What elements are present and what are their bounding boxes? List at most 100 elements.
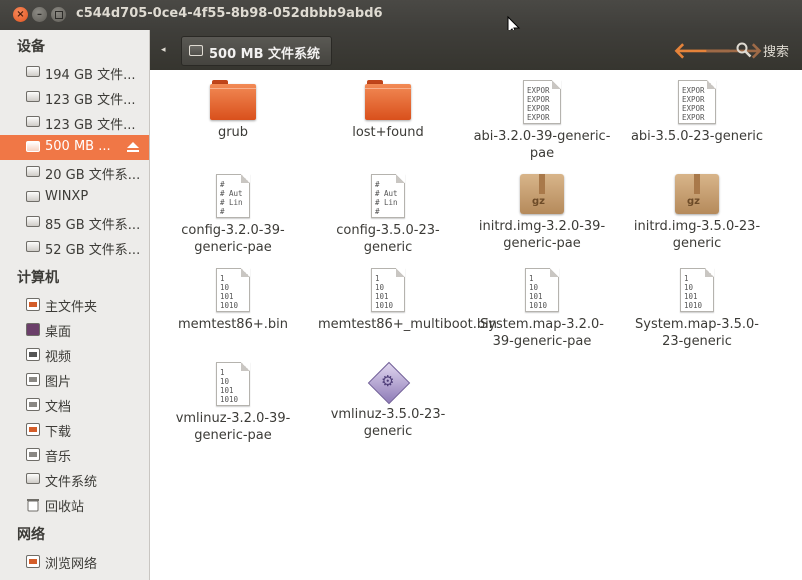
downloads-icon xyxy=(26,423,40,436)
search-label[interactable]: 搜索 xyxy=(763,41,789,60)
file-name: memtest86+_multiboot.bin xyxy=(318,317,497,332)
file-name: System.map-3.5.0-23-generic xyxy=(635,317,759,349)
file-item[interactable]: lost+found xyxy=(318,80,458,141)
file-item[interactable]: ⚙ vmlinuz-3.5.0-23-generic xyxy=(318,361,458,440)
drive-icon xyxy=(26,66,40,77)
file-item[interactable]: 1 10 101 1010 System.map-3.5.0-23-generi… xyxy=(627,268,767,350)
file-item[interactable]: 1 10 101 1010 vmlinuz-3.2.0-39-generic-p… xyxy=(163,362,303,444)
file-name: config-3.2.0-39-generic-pae xyxy=(181,223,285,255)
sidebar-item-label: 图片 xyxy=(45,375,72,390)
sidebar-item-label: 视频 xyxy=(45,350,72,365)
sidebar-item-label: 20 GB 文件系... xyxy=(45,168,141,183)
file-preview-text: # # Aut # Lin # xyxy=(375,180,398,216)
drive-icon xyxy=(26,216,40,227)
binary-file-icon: 1 10 101 1010 xyxy=(216,268,250,312)
file-preview-text: # # Aut # Lin # xyxy=(220,180,243,216)
sidebar-item-filesystem[interactable]: 文件系统 xyxy=(0,467,149,492)
text-file-icon: # # Aut # Lin # xyxy=(371,174,405,218)
sidebar-item-device-3[interactable]: 123 GB 文件... xyxy=(0,110,149,135)
archive-badge: gz xyxy=(532,196,545,207)
file-item[interactable]: gz initrd.img-3.2.0-39-generic-pae xyxy=(472,174,612,252)
sidebar-item-documents[interactable]: 文档 xyxy=(0,392,149,417)
title-bar[interactable]: × – c544d705-0ce4-4f55-8b98-052dbbb9abd6 xyxy=(0,0,802,37)
sidebar-heading-devices: 设备 xyxy=(17,39,45,55)
drive-icon xyxy=(26,91,40,102)
sidebar-item-label: 桌面 xyxy=(45,325,72,340)
sidebar-item-device-1[interactable]: 194 GB 文件... xyxy=(0,60,149,85)
home-folder-icon xyxy=(26,298,40,311)
drive-icon xyxy=(26,141,40,152)
sidebar-item-label: 主文件夹 xyxy=(45,300,98,315)
maximize-window-button[interactable] xyxy=(51,7,66,22)
file-item[interactable]: 1 10 101 1010 System.map-3.2.0-39-generi… xyxy=(472,268,612,350)
videos-icon xyxy=(26,348,40,361)
file-item[interactable]: grub xyxy=(163,80,303,141)
archive-badge: gz xyxy=(687,196,700,207)
sidebar: 设备 194 GB 文件... 123 GB 文件... 123 GB 文件..… xyxy=(0,30,150,580)
sidebar-item-device-8[interactable]: 52 GB 文件系... xyxy=(0,235,149,260)
drive-icon xyxy=(26,116,40,127)
search-icon[interactable] xyxy=(736,42,752,58)
file-preview-text: EXPOR EXPOR EXPOR EXPOR xyxy=(682,86,705,122)
eject-icon[interactable] xyxy=(126,141,140,153)
close-window-button[interactable]: × xyxy=(13,7,28,22)
sidebar-heading-network: 网络 xyxy=(17,527,45,543)
file-name: config-3.5.0-23-generic xyxy=(336,223,440,255)
network-icon xyxy=(26,555,40,568)
sidebar-item-label: 123 GB 文件... xyxy=(45,118,136,133)
sidebar-item-device-6[interactable]: WINXP xyxy=(0,185,149,210)
sidebar-item-trash[interactable]: 回收站 xyxy=(0,492,149,517)
file-preview-text: 1 10 101 1010 xyxy=(220,368,239,404)
file-item[interactable]: gz initrd.img-3.5.0-23-generic xyxy=(627,174,767,252)
sidebar-item-device-4-selected[interactable]: 500 MB ... xyxy=(0,135,149,160)
binary-file-icon: 1 10 101 1010 xyxy=(525,268,559,312)
music-icon xyxy=(26,448,40,461)
file-preview-text: 1 10 101 1010 xyxy=(684,274,703,310)
sidebar-heading-computer: 计算机 xyxy=(17,270,59,286)
sidebar-item-label: 文件系统 xyxy=(45,475,98,490)
drive-icon xyxy=(26,241,40,252)
sidebar-item-device-7[interactable]: 85 GB 文件系... xyxy=(0,210,149,235)
sidebar-item-label: WINXP xyxy=(45,189,89,204)
file-name: memtest86+.bin xyxy=(178,317,288,332)
archive-package-icon: gz xyxy=(675,174,719,214)
path-button-current[interactable]: 500 MB 文件系统 xyxy=(181,36,332,66)
file-preview-text: 1 10 101 1010 xyxy=(529,274,548,310)
text-file-icon: EXPOR EXPOR EXPOR EXPOR xyxy=(678,80,716,124)
executable-icon: ⚙ xyxy=(367,361,411,405)
file-item[interactable]: # # Aut # Lin # config-3.5.0-23-generic xyxy=(318,174,458,256)
sidebar-item-label: 音乐 xyxy=(45,450,72,465)
file-name: vmlinuz-3.2.0-39-generic-pae xyxy=(175,411,291,443)
folder-icon xyxy=(210,80,256,120)
file-name: initrd.img-3.2.0-39-generic-pae xyxy=(478,219,606,251)
sidebar-item-downloads[interactable]: 下载 xyxy=(0,417,149,442)
file-item[interactable]: # # Aut # Lin # config-3.2.0-39-generic-… xyxy=(163,174,303,256)
file-view[interactable]: grub lost+found EXPOR EXPOR EXPOR EXPOR … xyxy=(150,70,802,580)
file-item[interactable]: 1 10 101 1010 memtest86+_multiboot.bin xyxy=(318,268,497,333)
path-button-label: 500 MB 文件系统 xyxy=(209,47,321,62)
sidebar-item-desktop[interactable]: 桌面 xyxy=(0,317,149,342)
file-manager-window: × – c544d705-0ce4-4f55-8b98-052dbbb9abd6… xyxy=(0,0,802,580)
sidebar-item-label: 123 GB 文件... xyxy=(45,93,136,108)
sidebar-item-device-2[interactable]: 123 GB 文件... xyxy=(0,85,149,110)
file-name: abi-3.5.0-23-generic xyxy=(630,129,764,144)
maximize-icon xyxy=(54,11,63,19)
sidebar-item-browse-network[interactable]: 浏览网络 xyxy=(0,549,149,574)
forward-arrow-icon[interactable]: 🡒 xyxy=(704,38,763,64)
file-preview-text: 1 10 101 1010 xyxy=(220,274,239,310)
sidebar-item-device-5[interactable]: 20 GB 文件系... xyxy=(0,160,149,185)
sidebar-item-videos[interactable]: 视频 xyxy=(0,342,149,367)
file-item[interactable]: 1 10 101 1010 memtest86+.bin xyxy=(163,268,303,333)
file-item[interactable]: EXPOR EXPOR EXPOR EXPOR abi-3.5.0-23-gen… xyxy=(627,80,767,145)
text-file-icon: EXPOR EXPOR EXPOR EXPOR xyxy=(523,80,561,124)
sidebar-item-label: 194 GB 文件... xyxy=(45,68,136,83)
file-name: initrd.img-3.5.0-23-generic xyxy=(633,219,761,251)
file-item[interactable]: EXPOR EXPOR EXPOR EXPOR abi-3.2.0-39-gen… xyxy=(472,80,612,162)
sidebar-item-pictures[interactable]: 图片 xyxy=(0,367,149,392)
sidebar-item-home[interactable]: 主文件夹 xyxy=(0,292,149,317)
path-scroll-left-icon[interactable]: ◂ xyxy=(161,45,166,55)
sidebar-item-music[interactable]: 音乐 xyxy=(0,442,149,467)
drive-icon xyxy=(189,45,203,56)
sidebar-item-label: 浏览网络 xyxy=(45,557,98,572)
minimize-window-button[interactable]: – xyxy=(32,7,47,22)
